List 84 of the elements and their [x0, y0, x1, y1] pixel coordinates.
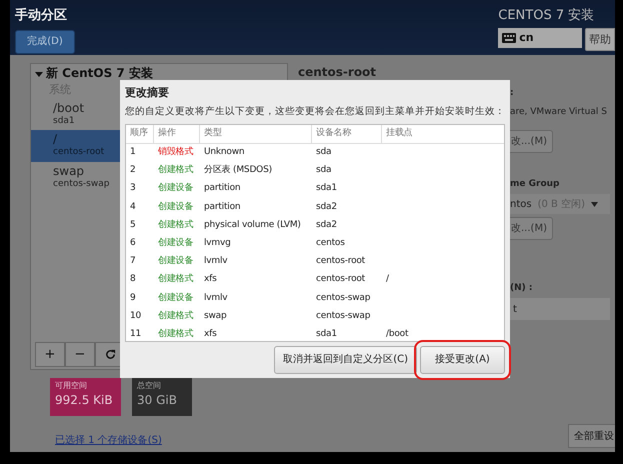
toolbar-button[interactable]: + — [35, 342, 65, 367]
help-button[interactable]: 帮助 — [585, 28, 615, 52]
mount-point: swap — [53, 164, 84, 178]
table-cell-text: sda2 — [315, 218, 338, 232]
table-cell-text: 创建格式 — [157, 164, 194, 178]
table-cell-text: 5 — [129, 218, 137, 232]
reset-all-button[interactable]: 全部重设 — [568, 424, 615, 448]
table-cell-text: Unknown — [203, 146, 246, 160]
column-header: 类型 — [200, 124, 312, 143]
dialog-title: 更改摘要 — [125, 85, 170, 101]
mount-point: / — [53, 132, 58, 146]
table-cell-text: 创建设备 — [157, 182, 194, 196]
table-cell-text: partition — [203, 182, 242, 196]
table-cell-text: 创建设备 — [157, 292, 194, 305]
table-cell-text: sda2 — [315, 200, 338, 214]
table-cell-text: sda — [315, 164, 332, 178]
done-button[interactable]: 完成(D) — [15, 30, 75, 54]
storage-devices-link[interactable]: 已选择 1 个存储设备(S) — [55, 433, 162, 448]
table-cell-text: 1 — [129, 146, 137, 160]
device-name: centos-swap — [53, 178, 110, 190]
table-cell-text: 创建设备 — [157, 255, 194, 268]
table-cell-text: lvmlv — [203, 255, 228, 268]
toolbar-button[interactable]: − — [65, 342, 95, 367]
table-cell-text: 3 — [129, 182, 137, 196]
table-cell-text: 创建格式 — [157, 273, 194, 286]
table-cell-text: sda1 — [315, 328, 338, 341]
table-cell-text: partition — [203, 200, 242, 214]
column-header: 设备名称 — [312, 124, 382, 143]
volume-group-label: me Group — [510, 178, 560, 191]
tile-value: 30 GiB — [137, 392, 178, 408]
table-cell-text: 6 — [129, 237, 137, 250]
keyboard-layout-field[interactable]: cn — [498, 28, 582, 48]
table-cell-text: 10 — [129, 310, 142, 323]
table-cell-text: 4 — [129, 200, 137, 214]
page-title: 手动分区 — [15, 6, 68, 25]
group-header[interactable]: 新 CentOS 7 安装 — [31, 64, 287, 82]
table-cell-text: centos-swap — [315, 292, 372, 305]
expander-icon[interactable] — [35, 70, 43, 78]
device-name: sda1 — [53, 114, 75, 128]
table-cell-text: xfs — [203, 328, 218, 341]
table-cell-text: 销毁格式 — [157, 146, 194, 160]
column-header: 挂载点 — [385, 126, 414, 140]
table-cell-text: centos-root — [315, 255, 366, 268]
table-cell-text: 创建格式 — [157, 218, 194, 232]
table-cell-text: 创建格式 — [157, 328, 194, 341]
table-cell-text: physical volume (LVM) — [203, 218, 302, 232]
table-cell-text: xfs — [203, 273, 218, 286]
name-field[interactable]: t — [510, 298, 610, 320]
refresh-icon — [104, 349, 116, 360]
table-cell-text: centos-root — [315, 273, 366, 286]
table-cell-text: / — [385, 273, 390, 286]
device-name: centos-root — [53, 146, 104, 159]
product-title: CENTOS 7 安装 — [498, 7, 594, 25]
table-cell-text: 分区表 (MSDOS) — [203, 164, 273, 178]
field-label: : — [510, 86, 514, 100]
table-cell-text: 7 — [129, 255, 137, 268]
table-cell-text: 2 — [129, 164, 137, 178]
device-description: are, VMware Virtual S — [510, 106, 607, 118]
table-cell-text: swap — [203, 310, 228, 323]
table-cell-text: centos-swap — [315, 310, 372, 323]
column-header: 操作 — [154, 124, 200, 143]
table-cell-text: lvmlv — [203, 292, 228, 305]
table-cell-text: 创建格式 — [157, 310, 194, 323]
keyboard-icon — [502, 33, 516, 44]
tile-label: 总空间 — [137, 380, 162, 392]
dropdown-caret-icon — [590, 202, 598, 207]
tile-value: 992.5 KiB — [55, 392, 114, 408]
mount-point: /boot — [53, 100, 84, 114]
table-cell-text: lvmvg — [203, 237, 232, 250]
dialog-message: 您的自定义更改将产生以下变更，这些变更将会在您返回到主菜单并开始安装时生效： — [125, 104, 505, 118]
name-label: (N) : — [510, 282, 532, 295]
table-cell-text: sda — [315, 146, 332, 160]
table-cell-text: centos — [315, 237, 346, 250]
cancel-button[interactable]: 取消并返回到自定义分区(C) — [274, 346, 417, 374]
table-cell-text: 8 — [129, 273, 137, 286]
column-header: 顺序 — [126, 124, 154, 143]
table-cell-text: 创建设备 — [157, 200, 194, 214]
table-cell-text: 9 — [129, 292, 137, 305]
tile-label: 可用空间 — [55, 380, 88, 392]
table-cell-text: 11 — [129, 328, 142, 341]
table-cell-text: /boot — [385, 328, 410, 341]
partition-title: centos-root — [298, 64, 378, 81]
table-cell-text: sda1 — [315, 182, 338, 196]
table-cell-text: 创建设备 — [157, 237, 194, 250]
